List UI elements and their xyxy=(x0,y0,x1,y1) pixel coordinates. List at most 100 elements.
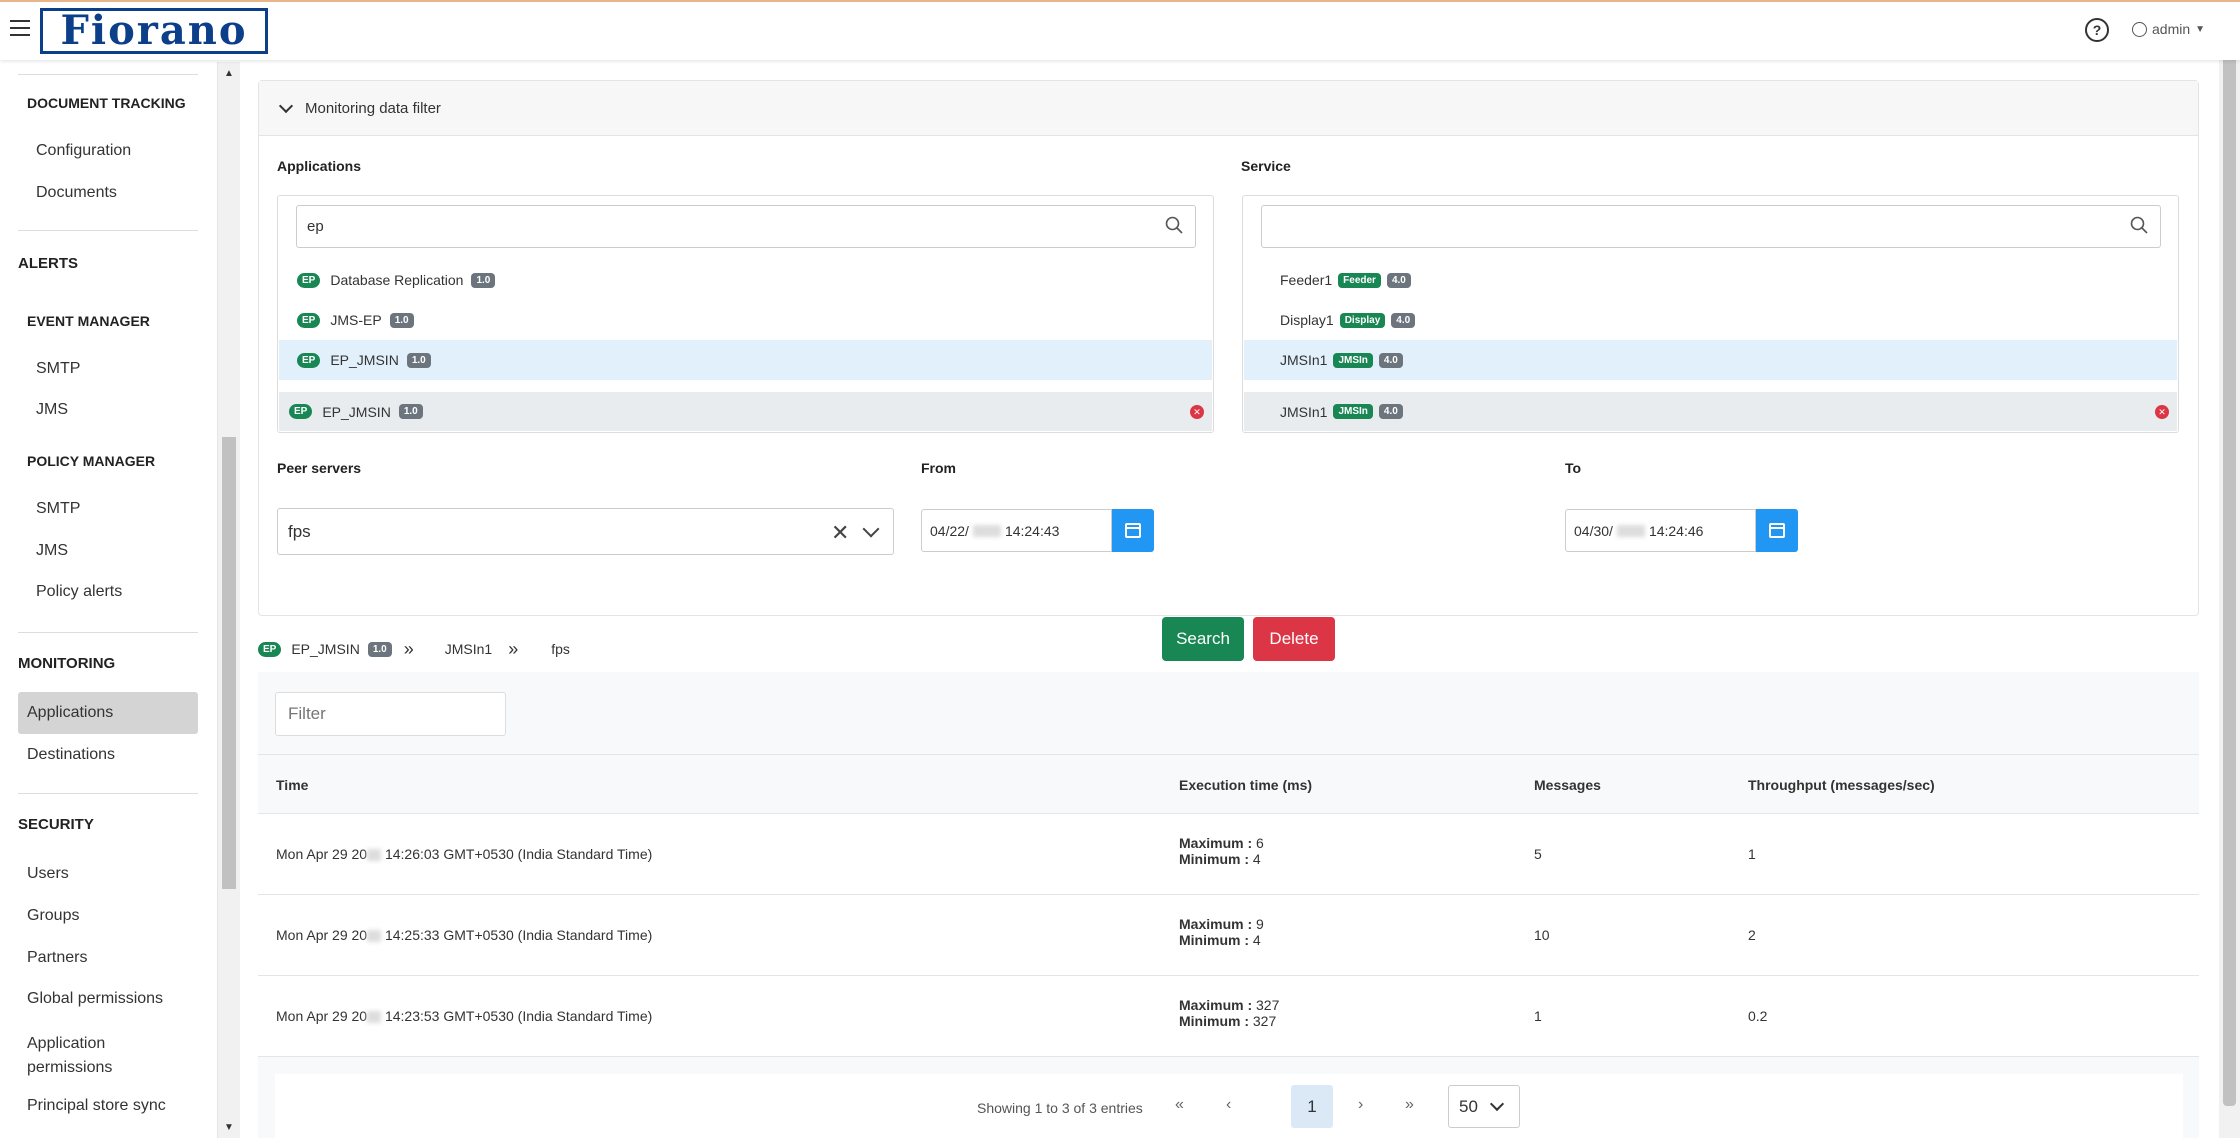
sidebar-heading-event-manager: EVENT MANAGER xyxy=(27,313,150,329)
search-button[interactable]: Search xyxy=(1162,617,1244,661)
service-search-input[interactable] xyxy=(1261,205,2161,248)
service-option[interactable]: Feeder1 Feeder 4.0 xyxy=(1244,260,2177,300)
page-scrollbar[interactable] xyxy=(2219,0,2240,1138)
user-menu[interactable]: admin ▼ xyxy=(2132,21,2205,37)
sidebar-divider xyxy=(18,632,198,633)
breadcrumb-app[interactable]: EP_JMSIN xyxy=(291,641,359,657)
version-badge: 1.0 xyxy=(367,641,392,657)
sidebar-item-users[interactable]: Users xyxy=(27,865,69,883)
sidebar-item-principal-store-sync[interactable]: Principal store sync xyxy=(27,1097,166,1115)
service-list: Feeder1 Feeder 4.0 Display1 Display 4.0 … xyxy=(1242,195,2179,433)
first-page-icon[interactable]: « xyxy=(1175,1096,1184,1114)
to-calendar-button[interactable] xyxy=(1756,509,1798,552)
table-row[interactable]: Mon Apr 29 20 14:25:33 GMT+0530 (India S… xyxy=(258,895,2199,976)
sidebar-item-policy-smtp[interactable]: SMTP xyxy=(36,500,80,518)
sidebar-item-applications[interactable]: Applications xyxy=(27,704,113,722)
redacted-year xyxy=(972,524,1001,537)
service-type-badge: Feeder xyxy=(1338,272,1381,288)
column-header-throughput[interactable]: Throughput (messages/sec) xyxy=(1748,777,1935,793)
sidebar-item-partners[interactable]: Partners xyxy=(27,949,87,967)
sidebar-heading-alerts: ALERTS xyxy=(18,255,78,272)
service-name: Feeder1 xyxy=(1280,272,1333,288)
sidebar-item-destinations[interactable]: Destinations xyxy=(27,746,115,764)
chevron-down-icon[interactable] xyxy=(862,520,880,538)
search-icon[interactable] xyxy=(2130,216,2148,234)
time-cell: Mon Apr 29 20 14:26:03 GMT+0530 (India S… xyxy=(276,846,653,862)
last-page-icon[interactable]: » xyxy=(1405,1096,1414,1114)
pagination-bar: Showing 1 to 3 of 3 entries « ‹ 1 › » 50 xyxy=(275,1074,2183,1144)
applications-list: EP Database Replication 1.0 EP JMS-EP 1.… xyxy=(277,195,1214,433)
application-option-selected[interactable]: EP EP_JMSIN 1.0 xyxy=(279,340,1212,380)
breadcrumb-service[interactable]: JMSIn1 xyxy=(445,641,492,657)
clear-icon[interactable]: ✕ xyxy=(831,520,849,546)
ep-badge: EP xyxy=(297,352,321,368)
scroll-down-arrow-icon[interactable]: ▼ xyxy=(224,1122,234,1133)
page-size-value: 50 xyxy=(1459,1096,1478,1116)
selected-application-name: EP_JMSIN xyxy=(322,403,391,420)
applications-search-input[interactable] xyxy=(296,205,1196,248)
sidebar-heading-document-tracking: DOCUMENT TRACKING xyxy=(27,95,186,111)
filter-collapse-toggle[interactable]: Monitoring data filter xyxy=(259,81,2198,136)
messages-cell: 10 xyxy=(1534,927,1550,943)
scroll-up-arrow-icon[interactable]: ▲ xyxy=(224,68,234,79)
application-option[interactable]: EP Database Replication 1.0 xyxy=(279,260,1212,300)
from-label: From xyxy=(921,460,956,476)
throughput-cell: 2 xyxy=(1748,927,1756,943)
sidebar-scroll-thumb[interactable] xyxy=(222,437,236,889)
help-icon[interactable]: ? xyxy=(2085,18,2109,42)
sidebar-scrollbar[interactable]: ▲ ▼ xyxy=(218,62,240,1138)
ep-badge: EP xyxy=(289,404,313,419)
caret-down-icon: ▼ xyxy=(2195,23,2206,35)
service-option[interactable]: Display1 Display 4.0 xyxy=(1244,300,2177,340)
page-button-current[interactable]: 1 xyxy=(1291,1085,1333,1128)
throughput-cell: 1 xyxy=(1748,846,1756,862)
sidebar-divider xyxy=(18,230,198,231)
table-row[interactable]: Mon Apr 29 20 14:26:03 GMT+0530 (India S… xyxy=(258,814,2199,895)
throughput-cell: 0.2 xyxy=(1748,1008,1768,1024)
redacted-year xyxy=(367,1011,382,1024)
applications-label: Applications xyxy=(277,158,362,174)
top-bar: Fiorano ? admin ▼ xyxy=(0,0,2240,60)
sidebar-item-policy-alerts[interactable]: Policy alerts xyxy=(36,583,122,601)
page-size-select[interactable]: 50 xyxy=(1448,1085,1520,1128)
sidebar-item-configuration[interactable]: Configuration xyxy=(36,142,131,160)
execution-time-cell: Maximum : 9 Minimum : 4 xyxy=(1179,916,1264,948)
remove-application-icon[interactable]: ✕ xyxy=(1190,405,1204,419)
sidebar-item-global-permissions[interactable]: Global permissions xyxy=(27,990,163,1008)
column-header-messages[interactable]: Messages xyxy=(1534,777,1601,793)
remove-service-icon[interactable]: ✕ xyxy=(2155,405,2169,419)
chevron-down-icon xyxy=(1489,1096,1505,1112)
peer-servers-select[interactable]: fps ✕ xyxy=(277,508,894,555)
previous-page-icon[interactable]: ‹ xyxy=(1226,1096,1231,1114)
breadcrumb-peer[interactable]: fps xyxy=(551,641,570,657)
version-badge: 4.0 xyxy=(1391,312,1416,328)
messages-cell: 5 xyxy=(1534,846,1542,862)
from-calendar-button[interactable] xyxy=(1112,509,1154,552)
fiorano-logo[interactable]: Fiorano xyxy=(40,8,268,54)
service-option-selected[interactable]: JMSIn1 JMSIn 4.0 xyxy=(1244,340,2177,380)
page-scroll-thumb[interactable] xyxy=(2223,26,2236,1106)
from-date-input[interactable]: 04/22/14:24:43 xyxy=(921,509,1112,552)
application-name: Database Replication xyxy=(330,272,464,288)
version-badge: 4.0 xyxy=(1378,352,1403,368)
version-badge: 4.0 xyxy=(1378,404,1403,419)
sidebar-item-groups[interactable]: Groups xyxy=(27,907,79,925)
table-row[interactable]: Mon Apr 29 20 14:23:53 GMT+0530 (India S… xyxy=(258,976,2199,1057)
sidebar-item-event-smtp[interactable]: SMTP xyxy=(36,360,80,378)
sidebar-item-documents[interactable]: Documents xyxy=(36,184,117,202)
table-filter-input[interactable] xyxy=(275,692,506,736)
calendar-icon xyxy=(1769,523,1785,538)
delete-button[interactable]: Delete xyxy=(1253,617,1335,661)
sidebar-item-event-jms[interactable]: JMS xyxy=(36,401,68,419)
next-page-icon[interactable]: › xyxy=(1358,1096,1363,1114)
to-date-input[interactable]: 04/30/14:24:46 xyxy=(1565,509,1756,552)
column-header-time[interactable]: Time xyxy=(276,777,308,793)
search-icon[interactable] xyxy=(1165,216,1183,234)
sidebar-divider xyxy=(18,74,198,75)
sidebar-item-application-permissions[interactable]: Application permissions xyxy=(27,1032,147,1080)
sidebar-item-policy-jms[interactable]: JMS xyxy=(36,542,68,560)
hamburger-menu-icon[interactable] xyxy=(10,20,30,36)
application-option[interactable]: EP JMS-EP 1.0 xyxy=(279,300,1212,340)
column-header-execution-time[interactable]: Execution time (ms) xyxy=(1179,777,1312,793)
ep-badge: EP xyxy=(297,312,321,328)
